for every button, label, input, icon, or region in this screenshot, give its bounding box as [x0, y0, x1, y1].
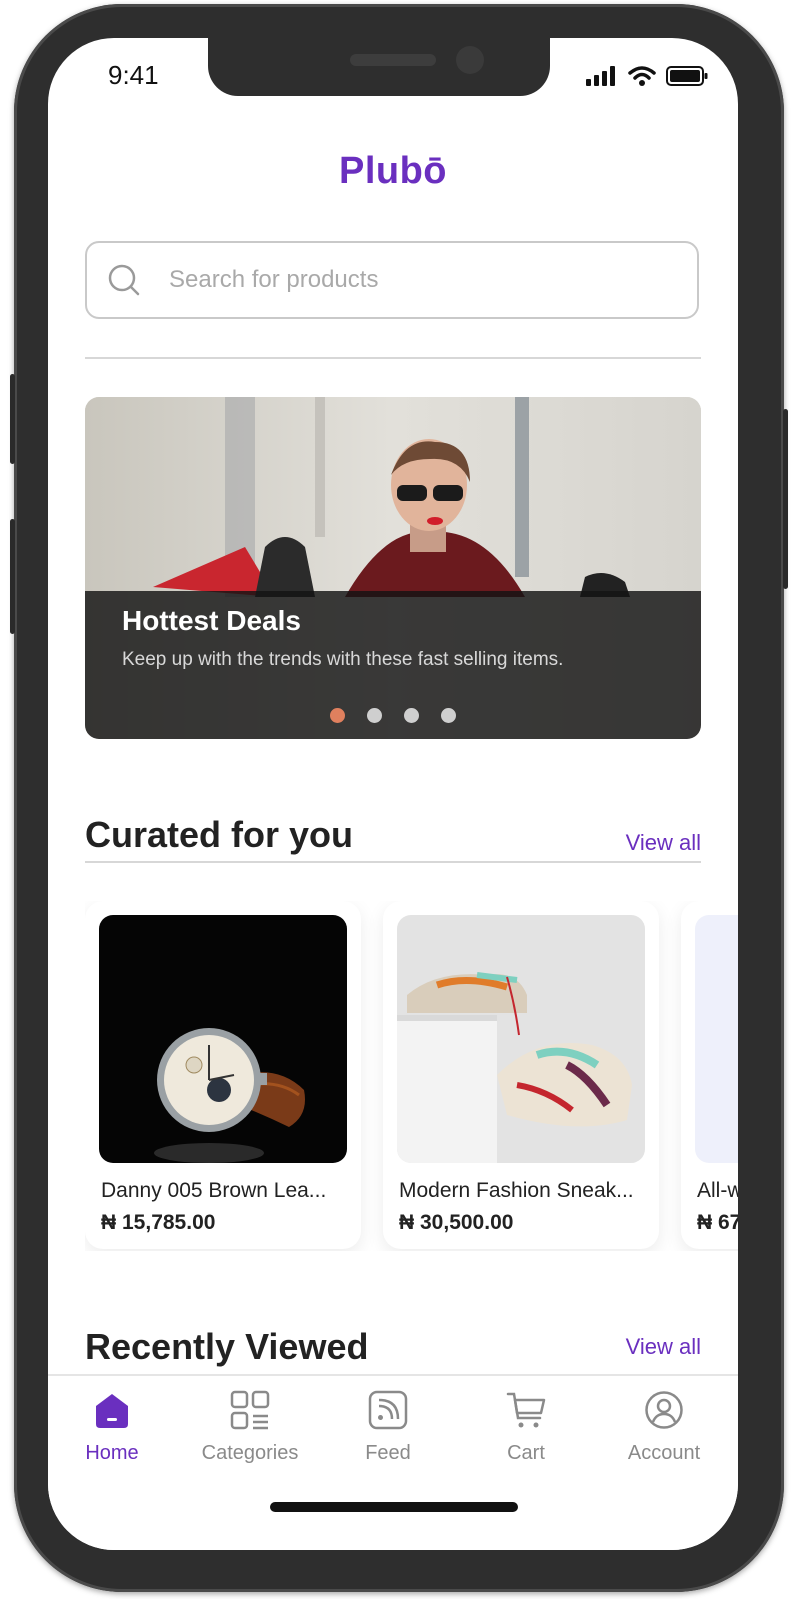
- product-card[interactable]: Danny 005 Brown Lea... ₦ 15,785.00: [85, 901, 361, 1249]
- product-price: ₦ 15,785.00: [101, 1211, 216, 1234]
- carousel-dot-4[interactable]: [441, 708, 456, 723]
- power-button: [783, 409, 788, 589]
- product-image-watch: [99, 915, 347, 1163]
- banner-subtitle: Keep up with the trends with these fast …: [122, 649, 564, 670]
- curated-section-title: Curated for you: [85, 814, 354, 855]
- feed-icon: [368, 1390, 408, 1430]
- nav-home[interactable]: Home: [52, 1390, 172, 1465]
- account-icon: [645, 1391, 683, 1429]
- nav-label: Home: [85, 1442, 139, 1464]
- nav-cart[interactable]: Cart: [466, 1390, 586, 1465]
- nav-feed[interactable]: Feed: [328, 1390, 448, 1465]
- hottest-deals-banner[interactable]: Hottest Deals Keep up with the trends wi…: [85, 397, 701, 739]
- nav-label: Categories: [201, 1442, 299, 1464]
- status-icons: [586, 66, 708, 86]
- status-time: 9:41: [108, 60, 159, 90]
- nav-label: Feed: [365, 1442, 411, 1464]
- speaker: [350, 54, 436, 66]
- search-icon: [108, 264, 140, 296]
- volume-down-button: [10, 519, 15, 634]
- curated-divider: [85, 861, 701, 863]
- curated-products-carousel[interactable]: Danny 005 Brown Lea... ₦ 15,785.00 Moder…: [85, 901, 738, 1251]
- wifi-icon: [628, 66, 656, 86]
- product-card[interactable]: All-w ₦ 67: [681, 901, 738, 1249]
- nav-account[interactable]: Account: [604, 1390, 724, 1465]
- curated-view-all-link[interactable]: View all: [626, 830, 701, 856]
- search-input[interactable]: [167, 265, 651, 295]
- banner-title: Hottest Deals: [122, 605, 301, 636]
- product-name: All-w: [697, 1179, 738, 1202]
- bottom-navigation: Home Categories Feed Cart Account: [48, 1374, 738, 1550]
- product-card[interactable]: Modern Fashion Sneak... ₦ 30,500.00: [383, 901, 659, 1249]
- app-screen: 9:41 Plubō Search for products Hottest D…: [48, 38, 738, 1550]
- product-name: Modern Fashion Sneak...: [399, 1179, 634, 1202]
- cellular-signal-icon: [586, 66, 615, 86]
- product-price: ₦ 67: [697, 1211, 738, 1234]
- product-price: ₦ 30,500.00: [399, 1211, 514, 1234]
- cart-icon: [506, 1392, 546, 1428]
- product-image-partial: [695, 915, 738, 1163]
- search-bar[interactable]: [85, 241, 699, 319]
- product-name: Danny 005 Brown Lea...: [101, 1179, 327, 1202]
- recently-viewed-view-all-link[interactable]: View all: [626, 1334, 701, 1360]
- product-image-sneakers: [397, 915, 645, 1163]
- carousel-dot-3[interactable]: [404, 708, 419, 723]
- categories-icon: [230, 1390, 270, 1430]
- notch: [208, 38, 550, 96]
- carousel-dots: [330, 708, 456, 723]
- nav-label: Account: [627, 1442, 701, 1464]
- recently-viewed-title: Recently Viewed: [85, 1326, 369, 1367]
- home-icon: [96, 1394, 128, 1428]
- home-indicator[interactable]: [270, 1502, 518, 1512]
- app-logo: Plubō: [338, 150, 448, 192]
- carousel-dot-2[interactable]: [367, 708, 382, 723]
- nav-label: Cart: [507, 1442, 545, 1464]
- battery-icon: [666, 66, 708, 86]
- carousel-dot-1[interactable]: [330, 708, 345, 723]
- volume-up-button: [10, 374, 15, 464]
- nav-categories[interactable]: Categories: [190, 1390, 310, 1465]
- header-divider: [85, 357, 701, 359]
- front-camera: [456, 46, 484, 74]
